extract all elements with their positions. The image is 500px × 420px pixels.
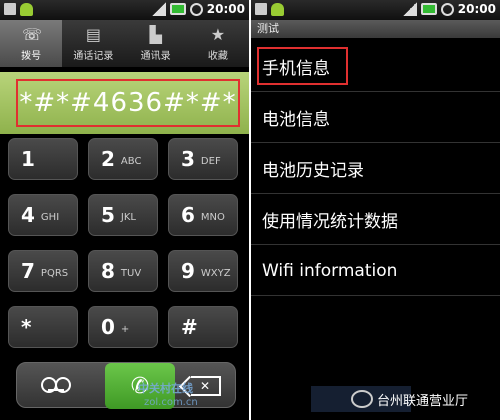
dialed-digits[interactable]: *#*#4636#*#* — [19, 88, 236, 118]
alarm-icon — [440, 2, 454, 16]
key-number: # — [181, 315, 198, 339]
key-number: 5 — [101, 203, 115, 227]
tab-label: 通话记录 — [73, 50, 114, 62]
key-hash[interactable]: # — [168, 306, 238, 348]
digits-highlight: *#*#4636#*#* — [16, 79, 240, 127]
digits-display: *#*#4636#*#* — [0, 72, 249, 134]
window-title: 测试 — [251, 20, 500, 38]
wechat-icon — [351, 390, 373, 408]
dialer-screen: 20:00 ☏ 拨号 ▤ 通话记录 ▙ 通讯录 ★ 收藏 *#*#4636#*#… — [0, 0, 249, 420]
star-icon: ★ — [210, 24, 226, 44]
usb-icon — [255, 3, 267, 15]
key-number: 8 — [101, 259, 115, 283]
menu-item-usage-stats[interactable]: 使用情况统计数据 — [251, 195, 500, 245]
key-number: * — [21, 315, 32, 339]
key-number: 7 — [21, 259, 35, 283]
alarm-icon — [189, 2, 203, 16]
key-number: 0 — [101, 315, 115, 339]
tab-label: 收藏 — [207, 50, 228, 62]
key-7[interactable]: 7 PQRS — [8, 250, 78, 292]
menu-item-battery-info[interactable]: 电池信息 — [251, 93, 500, 143]
status-bar: 20:00 — [0, 0, 249, 20]
key-letters: WXYZ — [200, 267, 231, 279]
key-number: 9 — [181, 259, 195, 283]
key-2[interactable]: 2 ABC — [88, 138, 158, 180]
key-letters: JKL — [120, 211, 136, 223]
key-number: 6 — [181, 203, 195, 227]
tab-label: 通讯录 — [140, 50, 171, 62]
menu-item-wifi-info[interactable]: Wifi information — [251, 246, 500, 296]
status-bar: 20:00 — [251, 0, 500, 20]
menu-item-label: Wifi information — [262, 260, 398, 281]
tab-dial[interactable]: ☏ 拨号 — [0, 20, 63, 67]
key-letters: PQRS — [40, 267, 69, 279]
key-number: 3 — [181, 147, 195, 171]
usb-icon — [4, 3, 16, 15]
key-1[interactable]: 1 — [8, 138, 78, 180]
key-6[interactable]: 6 MNO — [168, 194, 238, 236]
testing-screen: 20:00 测试 手机信息 电池信息 电池历史记录 使用情况统计数据 Wifi … — [251, 0, 500, 420]
tab-contacts[interactable]: ▙ 通讯录 — [125, 20, 187, 67]
call-bar: ✆ ✕ — [16, 362, 236, 409]
key-5[interactable]: 5 JKL — [88, 194, 158, 236]
key-letters: ABC — [120, 155, 142, 167]
battery-icon — [420, 3, 437, 15]
key-star[interactable]: * — [8, 306, 78, 348]
contacts-icon: ▙ — [149, 24, 162, 44]
call-log-icon: ▤ — [85, 24, 101, 44]
key-3[interactable]: 3 DEF — [168, 138, 238, 180]
key-number: 2 — [101, 147, 115, 171]
menu-item-label: 电池信息 — [262, 110, 330, 130]
menu-item-label: 使用情况统计数据 — [262, 212, 398, 232]
watermark-url: zol.com.cn — [144, 397, 198, 408]
status-time: 20:00 — [206, 2, 245, 16]
key-4[interactable]: 4 GHI — [8, 194, 78, 236]
signal-icon — [402, 2, 417, 16]
tab-call-log[interactable]: ▤ 通话记录 — [62, 20, 124, 67]
backspace-icon[interactable]: ✕ — [191, 376, 221, 396]
phone-icon: ☏ — [22, 24, 43, 44]
key-8[interactable]: 8 TUV — [88, 250, 158, 292]
dialer-tabs: ☏ 拨号 ▤ 通话记录 ▙ 通讯录 ★ 收藏 — [0, 20, 249, 68]
watermark-text: 中关村在线 — [138, 382, 193, 395]
battery-icon — [169, 3, 186, 15]
key-letters: MNO — [200, 211, 225, 223]
status-time: 20:00 — [457, 2, 496, 16]
menu-item-battery-history[interactable]: 电池历史记录 — [251, 144, 500, 194]
tab-favorites[interactable]: ★ 收藏 — [187, 20, 249, 67]
key-letters: GHI — [40, 211, 60, 223]
voicemail-icon[interactable] — [41, 377, 71, 393]
key-letters: + — [120, 323, 130, 335]
footer: 台州联通营业厅 — [351, 384, 500, 414]
key-9[interactable]: 9 WXYZ — [168, 250, 238, 292]
menu-item-label: 电池历史记录 — [262, 161, 364, 181]
key-number: 1 — [21, 147, 35, 171]
key-letters: DEF — [200, 155, 221, 167]
android-icon — [271, 3, 284, 16]
footer-text: 台州联通营业厅 — [377, 393, 469, 409]
selection-highlight — [257, 47, 348, 85]
key-number: 4 — [21, 203, 35, 227]
tab-label: 拨号 — [21, 50, 42, 62]
android-icon — [20, 3, 33, 16]
signal-icon — [151, 2, 166, 16]
key-0[interactable]: 0 + — [88, 306, 158, 348]
key-letters: TUV — [120, 267, 142, 279]
